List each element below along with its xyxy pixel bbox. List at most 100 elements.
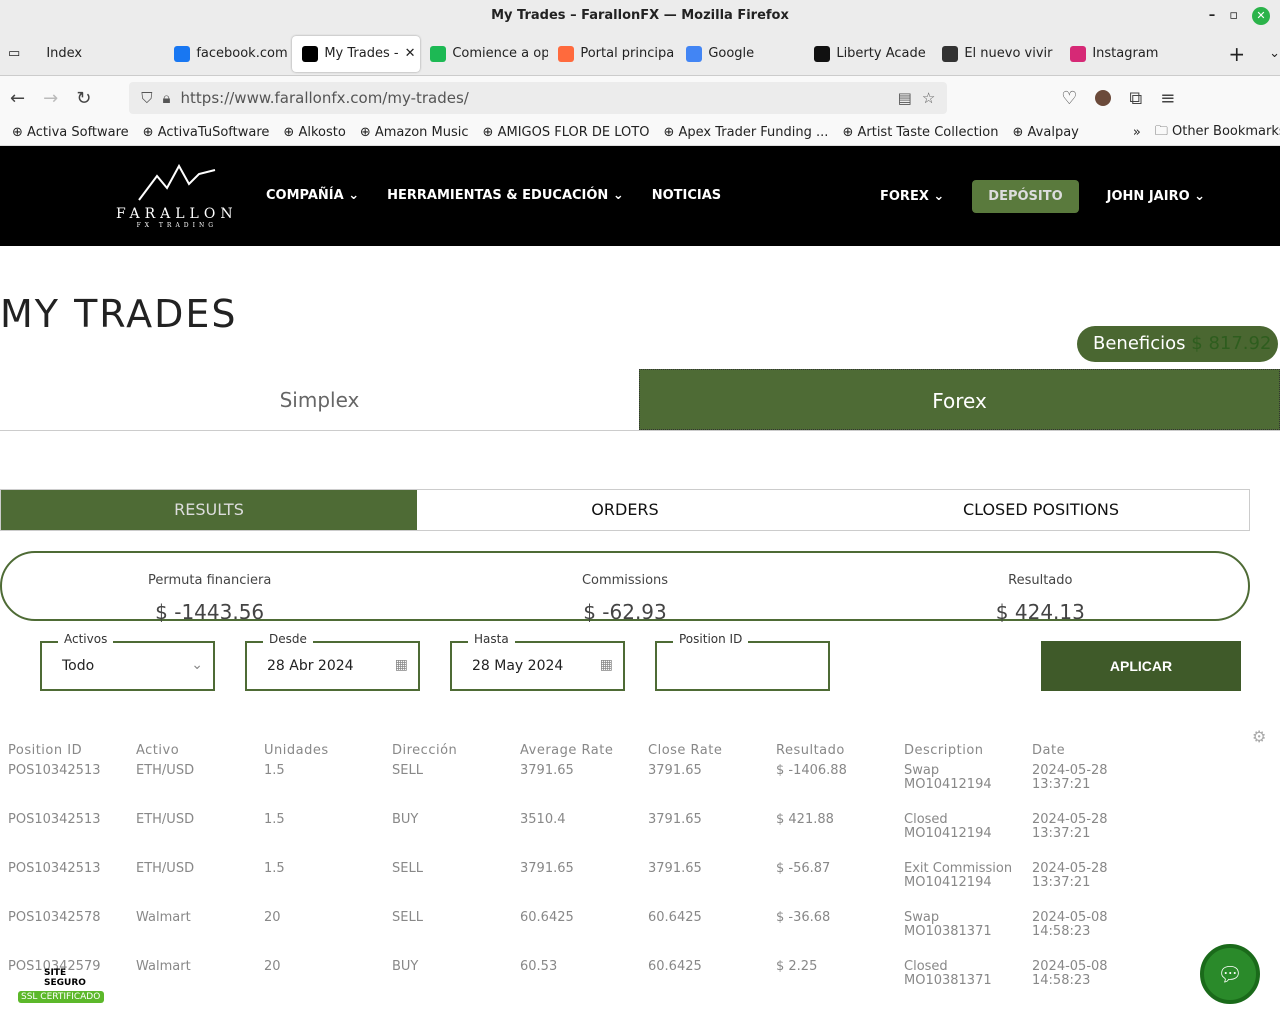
bookmark-item[interactable]: ⊕ Avalpay (1013, 125, 1079, 140)
browser-tab[interactable]: Liberty Acade (804, 36, 932, 72)
reader-view-icon[interactable]: ▤ (898, 89, 912, 107)
summary-panel: Permuta financiera $ -1443.56 Commissions… (0, 551, 1250, 624)
tab-label: Liberty Acade (836, 46, 926, 61)
bookmark-item[interactable]: ⊕ Apex Trader Funding ... (663, 125, 828, 140)
globe-icon: ⊕ (663, 125, 675, 140)
bookmark-label: Alkosto (298, 125, 346, 140)
close-window-button[interactable]: ✕ (1252, 7, 1270, 25)
position-id-label: Position ID (673, 632, 749, 646)
browser-tab[interactable]: El nuevo vivir (932, 36, 1060, 72)
table-cell: 3510.4 (520, 812, 566, 827)
tab-orders[interactable]: ORDERS (417, 490, 833, 530)
pocket-icon[interactable]: ♡ (1061, 88, 1077, 109)
column-header[interactable]: Position ID (0, 740, 128, 760)
column-header[interactable]: Activo (128, 740, 256, 760)
tab-forex[interactable]: Forex (639, 369, 1280, 430)
column-header[interactable]: Resultado (768, 740, 896, 760)
browser-tab[interactable]: Google (676, 36, 804, 72)
table-cell: 60.6425 (520, 910, 574, 925)
column-header[interactable]: Description (896, 740, 1024, 760)
bookmark-item[interactable]: ⊕ Alkosto (283, 125, 345, 140)
user-menu[interactable]: JOHN JAIRO ⌄ (1107, 189, 1205, 204)
beneficios-badge: Beneficios $ 817.92 (1077, 326, 1278, 362)
chat-button[interactable]: 💬︎ (1200, 944, 1260, 1004)
menu-forex[interactable]: FOREX ⌄ (880, 189, 944, 204)
navigation-bar: ← → ↻ ⛉ 🔒︎ https://www.farallonfx.com/my-tra… (0, 76, 1280, 120)
maximize-button[interactable]: ▫ (1229, 0, 1238, 32)
browser-tab[interactable]: Portal principa (548, 36, 676, 72)
column-header[interactable]: Average Rate (512, 740, 640, 760)
url-text[interactable]: https://www.farallonfx.com/my-trades/ (181, 89, 888, 107)
bookmark-item[interactable]: ⊕ ActivaTuSoftware (143, 125, 270, 140)
summary-value: $ 424.13 (995, 600, 1085, 624)
deposit-button[interactable]: DEPÓSITO (972, 180, 1079, 213)
menu-herramientas[interactable]: HERRAMIENTAS & EDUCACIÓN ⌄ (387, 188, 624, 203)
table-cell: Walmart (136, 910, 191, 925)
globe-icon: ⊕ (482, 125, 494, 140)
bookmark-item[interactable]: ⊕ Activa Software (12, 125, 129, 140)
logo-text: FARALLON (116, 206, 238, 222)
table-cell: $ -36.68 (776, 910, 831, 925)
tab-label: Google (708, 46, 755, 61)
farallon-logo[interactable]: FARALLON FX TRADING (116, 162, 238, 229)
minimize-button[interactable]: – (1209, 0, 1216, 32)
bookmark-star-icon[interactable]: ☆ (922, 89, 935, 107)
new-tab-button[interactable]: + (1228, 42, 1245, 66)
more-bookmarks-icon[interactable]: » (1133, 125, 1141, 140)
globe-icon: ⊕ (359, 125, 371, 140)
desde-label: Desde (263, 632, 313, 646)
back-button[interactable]: ← (10, 88, 25, 109)
tab-results[interactable]: RESULTS (1, 490, 417, 530)
activos-label: Activos (58, 632, 114, 646)
tab-closed-positions[interactable]: CLOSED POSITIONS (833, 490, 1249, 530)
calendar-icon[interactable]: ▦ (600, 657, 613, 673)
close-tab-icon[interactable]: ✕ (405, 46, 416, 61)
gear-icon[interactable]: ⚙ (1252, 727, 1266, 746)
menu-compania[interactable]: COMPAÑÍA ⌄ (266, 188, 359, 203)
bookmark-item[interactable]: ⊕ Artist Taste Collection (842, 125, 998, 140)
browser-tab[interactable]: Comience a op (420, 36, 548, 72)
trades-table: Position ID Activo Unidades Dirección Averag… (0, 740, 1152, 1005)
desde-date-input[interactable]: Desde 28 Abr 2024 ▦ (245, 632, 420, 691)
table-cell: $ -1406.88 (776, 763, 847, 778)
account-avatar[interactable] (1095, 90, 1112, 106)
date-cell: 2024-05-28 13:37:21 (1032, 861, 1108, 890)
menu-noticias[interactable]: NOTICIAS (652, 188, 721, 203)
hasta-value: 28 May 2024 (472, 658, 564, 674)
tab-label: Instagram (1092, 46, 1159, 61)
favicon-icon (174, 45, 191, 62)
favicon-icon (430, 45, 447, 62)
extensions-icon[interactable]: ⧉ (1129, 88, 1142, 109)
globe-icon: ⊕ (12, 125, 23, 140)
column-header[interactable]: Close Rate (640, 740, 768, 760)
tab-overview-icon[interactable]: ▭ (8, 46, 36, 61)
calendar-icon[interactable]: ▦ (395, 657, 408, 673)
apply-button[interactable]: APLICAR (1041, 641, 1241, 691)
table-cell: 60.53 (520, 959, 558, 974)
description-cell: Swap MO10381371 (904, 910, 992, 939)
table-cell: 3791.65 (520, 861, 574, 876)
tab-list-button[interactable]: ⌄ (1269, 46, 1280, 61)
menu-icon[interactable]: ≡ (1160, 88, 1175, 109)
date-cell: 2024-05-28 13:37:21 (1032, 812, 1108, 841)
reload-button[interactable]: ↻ (76, 88, 91, 109)
position-id-input[interactable]: Position ID (655, 632, 830, 691)
browser-tab[interactable]: facebook.com (164, 36, 292, 72)
column-header[interactable]: Unidades (256, 740, 384, 760)
other-bookmarks[interactable]: 🗀 Other Bookmarks (1155, 122, 1280, 144)
column-header[interactable]: Date (1024, 740, 1152, 760)
bookmark-item[interactable]: ⊕ AMIGOS FLOR DE LOTO (483, 125, 650, 140)
favicon-icon (942, 45, 959, 62)
activos-select[interactable]: Activos Todo ⌄ (40, 632, 215, 691)
forward-button[interactable]: → (43, 88, 58, 109)
tab-simplex[interactable]: Simplex (0, 369, 639, 430)
bookmark-label: ActivaTuSoftware (157, 125, 270, 140)
bookmark-item[interactable]: ⊕ Amazon Music (360, 125, 469, 140)
url-bar[interactable]: ⛉ 🔒︎ https://www.farallonfx.com/my-trades/… (129, 82, 948, 114)
browser-tab[interactable]: Instagram (1060, 36, 1188, 72)
column-header[interactable]: Dirección (384, 740, 512, 760)
browser-tab[interactable]: Index (36, 36, 164, 72)
hasta-date-input[interactable]: Hasta 28 May 2024 ▦ (450, 632, 625, 691)
tab-label: facebook.com (196, 46, 288, 61)
browser-tab[interactable]: My Trades - ✕ (292, 35, 421, 72)
